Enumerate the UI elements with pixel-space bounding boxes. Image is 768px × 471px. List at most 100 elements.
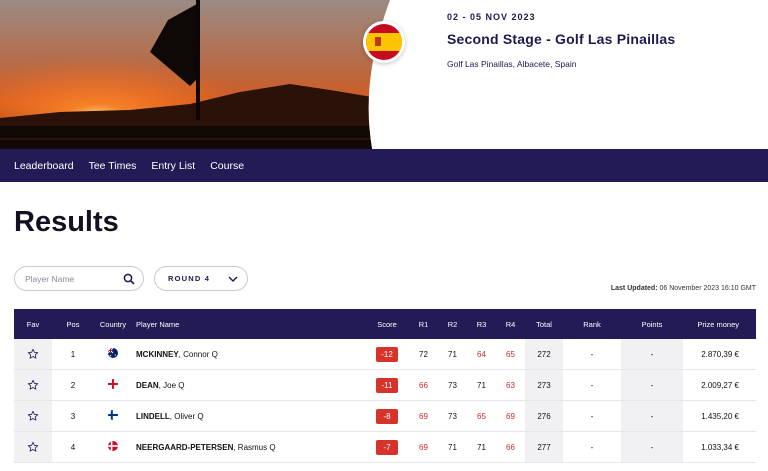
header-r1: R1 — [418, 319, 429, 329]
score-cell: -8 — [365, 401, 409, 431]
round-3-score: 71 — [477, 380, 486, 390]
event-date: 02 - 05 NOV 2023 — [447, 12, 536, 22]
player-last-name[interactable]: NEERGAARD-PETERSEN — [136, 443, 233, 452]
round-2-score: 71 — [448, 349, 457, 359]
round-4-score: 63 — [506, 380, 515, 390]
header-r2: R2 — [447, 319, 458, 329]
event-hero: 02 - 05 NOV 2023 Second Stage - Golf Las… — [0, 0, 768, 149]
table-body: 1 MCKINNEY, Connor Q -12 72 71 64 65 272- -2.870… — [14, 339, 756, 463]
round-4-score: 65 — [506, 349, 515, 359]
player-last-name[interactable]: DEAN — [136, 381, 159, 390]
chevron-down-icon — [228, 276, 238, 282]
round-select-label: ROUND 4 — [168, 274, 211, 283]
favorite-cell — [14, 432, 52, 462]
rank: - — [590, 442, 594, 452]
header-score: Score — [377, 319, 397, 329]
score-cell: -12 — [365, 339, 409, 369]
score-cell: -7 — [365, 432, 409, 462]
round-1-score: 69 — [419, 442, 428, 452]
header-r3: R3 — [476, 319, 487, 329]
country-flag — [94, 432, 132, 462]
prize-money: 1.435,20 € — [701, 411, 739, 421]
table-header: Fav Pos Country Player Name Score R1 R2 … — [14, 309, 756, 339]
country-flag — [94, 339, 132, 369]
table-row[interactable]: 4 NEERGAARD-PETERSEN, Rasmus Q -7 69 71 71 66 2… — [14, 432, 756, 463]
last-updated-value: 06 November 2023 16:10 GMT — [659, 285, 757, 292]
player-first-name[interactable]: , Connor Q — [179, 350, 218, 359]
round-2-score: 73 — [448, 380, 457, 390]
total-score: 276 — [525, 401, 563, 431]
score-badge: -8 — [376, 408, 398, 424]
header-prize-money: Prize money — [697, 319, 739, 329]
header-country: Country — [99, 319, 127, 329]
table-row[interactable]: 3 LINDELL, Oliver Q -8 69 73 65 69 276 - - 1.435,2… — [14, 401, 756, 432]
header-r4: R4 — [505, 319, 516, 329]
points: - — [621, 370, 683, 400]
star-icon[interactable] — [27, 441, 39, 453]
star-icon[interactable] — [27, 348, 39, 360]
page-title: Results — [14, 206, 119, 238]
favorite-cell — [14, 339, 52, 369]
event-nav: Leaderboard Tee Times Entry List Course — [0, 149, 768, 182]
round-1-score: 66 — [419, 380, 428, 390]
total-score: 273 — [525, 370, 563, 400]
header-points: Points — [641, 319, 663, 329]
points: - — [621, 432, 683, 462]
round-1-score: 72 — [419, 349, 428, 359]
finland-flag-icon — [107, 409, 119, 422]
star-icon[interactable] — [27, 379, 39, 391]
favorite-cell — [14, 401, 52, 431]
header-total: Total — [536, 319, 552, 329]
score-badge: -11 — [376, 377, 398, 393]
round-4-score: 66 — [506, 442, 515, 452]
sunset-flag-photo — [0, 0, 390, 149]
total-score: 277 — [525, 432, 563, 462]
nav-leaderboard[interactable]: Leaderboard — [14, 160, 74, 172]
nav-tee-times[interactable]: Tee Times — [89, 160, 137, 172]
spain-flag-icon — [366, 24, 402, 60]
total-score: 272 — [525, 339, 563, 369]
header-pos[interactable]: Pos — [52, 309, 94, 339]
header-player-name: Player Name — [136, 319, 180, 329]
points: - — [621, 401, 683, 431]
star-icon[interactable] — [27, 410, 39, 422]
last-updated: Last Updated: 06 November 2023 16:10 GMT — [611, 285, 756, 292]
event-venue: Golf Las Pinaillas, Albacete, Spain — [447, 59, 577, 69]
position: 2 — [70, 380, 76, 390]
country-flag-badge — [363, 21, 405, 63]
player-first-name[interactable]: , Joe Q — [159, 381, 185, 390]
round-select[interactable]: ROUND 4 — [154, 266, 248, 291]
header-fav: Fav — [26, 319, 40, 329]
table-row[interactable]: 1 MCKINNEY, Connor Q -12 72 71 64 65 272 - - 2.870… — [14, 339, 756, 370]
rank: - — [590, 411, 594, 421]
score-badge: -12 — [376, 346, 398, 362]
player-last-name[interactable]: MCKINNEY — [136, 350, 179, 359]
round-3-score: 64 — [477, 349, 486, 359]
player-name[interactable]: MCKINNEY, Connor Q — [132, 339, 365, 369]
search-icon[interactable] — [123, 273, 135, 285]
player-first-name[interactable]: , Oliver Q — [170, 412, 204, 421]
position: 3 — [70, 411, 76, 421]
event-title: Second Stage - Golf Las Pinaillas — [447, 31, 676, 47]
prize-money: 1.033,34 € — [701, 442, 739, 452]
nav-entry-list[interactable]: Entry List — [151, 160, 195, 172]
score-cell: -11 — [365, 370, 409, 400]
round-3-score: 71 — [477, 442, 486, 452]
round-1-score: 69 — [419, 411, 428, 421]
results-table: Fav Pos Country Player Name Score R1 R2 … — [14, 309, 756, 463]
player-name[interactable]: LINDELL, Oliver Q — [132, 401, 365, 431]
nav-course[interactable]: Course — [210, 160, 244, 172]
player-name[interactable]: NEERGAARD-PETERSEN, Rasmus Q — [132, 432, 365, 462]
round-3-score: 65 — [477, 411, 486, 421]
table-row[interactable]: 2 DEAN, Joe Q -11 66 73 71 63 273 - - 2.009,27 € — [14, 370, 756, 401]
position: 1 — [70, 349, 76, 359]
player-search[interactable] — [14, 266, 144, 291]
points: - — [621, 339, 683, 369]
player-last-name[interactable]: LINDELL — [136, 412, 170, 421]
player-name[interactable]: DEAN, Joe Q — [132, 370, 365, 400]
player-search-input[interactable] — [25, 273, 121, 284]
england-flag-icon — [107, 378, 119, 391]
round-2-score: 71 — [448, 442, 457, 452]
round-4-score: 69 — [506, 411, 515, 421]
player-first-name[interactable]: , Rasmus Q — [233, 443, 275, 452]
